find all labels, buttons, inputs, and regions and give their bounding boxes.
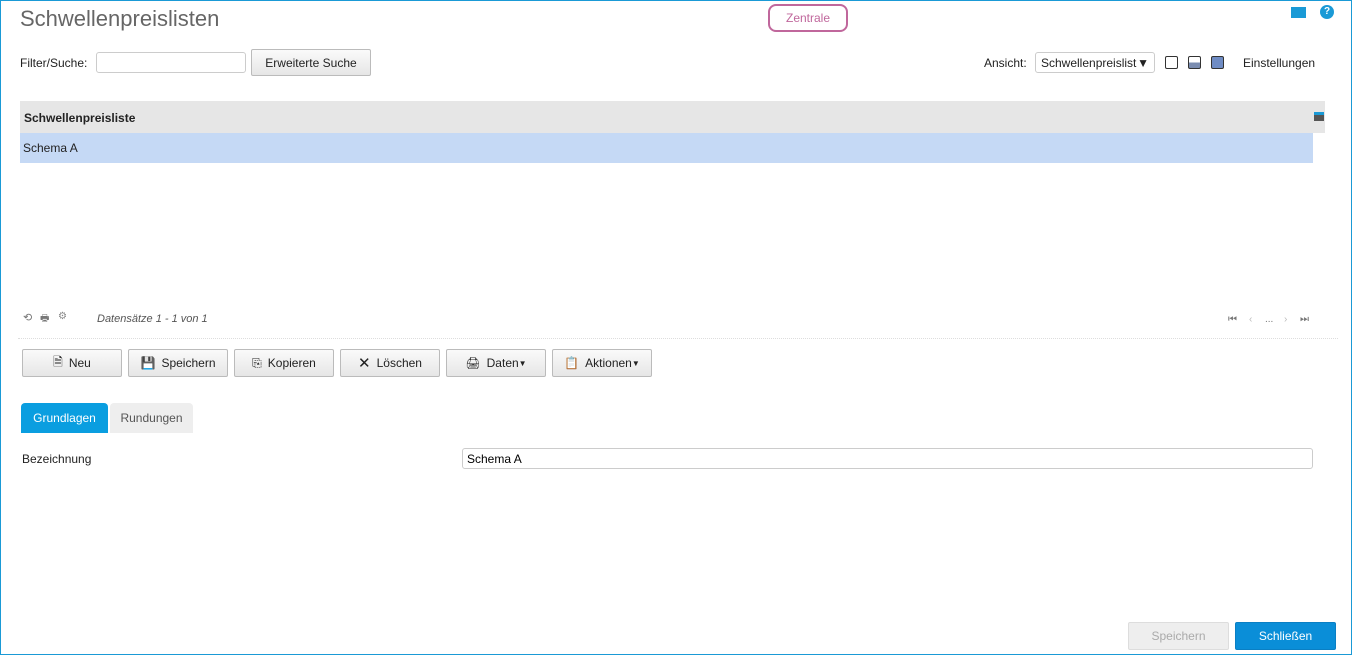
page-title: Schwellenpreislisten: [20, 6, 220, 31]
filter-label: Filter/Suche:: [20, 56, 88, 70]
save-toolbar-label: Speichern: [161, 356, 216, 370]
advanced-search-button[interactable]: Erweiterte Suche: [251, 49, 371, 76]
layout-full-icon[interactable]: [1211, 56, 1224, 69]
close-button[interactable]: Schließen: [1235, 622, 1336, 650]
bezeichnung-label: Bezeichnung: [22, 452, 92, 466]
view-select-value: Schwellenpreislist: [1041, 56, 1137, 70]
record-info: Datensätze 1 - 1 von 1: [97, 313, 208, 325]
advanced-search-label: Erweiterte Suche: [265, 55, 357, 70]
new-button[interactable]: 🗎 Neu: [22, 349, 122, 377]
delete-button[interactable]: ✕ Löschen: [340, 349, 440, 377]
page-ellipsis: ...: [1265, 314, 1274, 325]
last-page-icon[interactable]: ⏭: [1300, 314, 1309, 325]
refresh-icon[interactable]: ⟲: [23, 311, 32, 324]
new-label: Neu: [68, 356, 91, 370]
location-badge[interactable]: Zentrale: [768, 4, 848, 32]
data-menu-button[interactable]: 🖨 Daten ▼: [446, 349, 546, 377]
prev-page-icon[interactable]: ‹: [1249, 314, 1252, 325]
settings-link[interactable]: Einstellungen: [1243, 56, 1315, 70]
first-page-icon[interactable]: ⏮: [1228, 314, 1237, 325]
window-frame: [0, 0, 1352, 655]
close-icon: ✕: [358, 355, 371, 372]
filter-input[interactable]: [96, 52, 246, 73]
close-label: Schließen: [1258, 629, 1313, 643]
table-cell: Schema A: [23, 141, 78, 155]
settings-gear-icon[interactable]: ⚙: [58, 311, 67, 322]
view-label: Ansicht:: [984, 56, 1027, 70]
print-icon[interactable]: 🖶: [40, 311, 49, 328]
chevron-down-icon: ▼: [631, 358, 640, 368]
help-icon[interactable]: ?: [1320, 5, 1334, 19]
table-row[interactable]: Schema A: [20, 133, 1313, 163]
tab-label: Rundungen: [120, 411, 183, 425]
chevron-down-icon: ▼: [518, 358, 527, 368]
delete-label: Löschen: [376, 356, 422, 370]
view-select[interactable]: Schwellenpreislist ▼: [1035, 52, 1155, 73]
clipboard-icon: 📋: [564, 356, 580, 370]
layout-split-icon[interactable]: [1188, 56, 1201, 69]
data-label: Daten: [486, 356, 519, 370]
next-page-icon[interactable]: ›: [1284, 314, 1287, 325]
database-icon: 🖨: [465, 356, 481, 370]
save-button[interactable]: Speichern: [1128, 622, 1229, 650]
tab-grundlagen[interactable]: Grundlagen: [21, 403, 108, 433]
grid-header: [20, 101, 1325, 133]
column-header[interactable]: Schwellenpreisliste: [24, 111, 135, 125]
column-chooser-icon[interactable]: [1314, 112, 1324, 121]
actions-menu-button[interactable]: 📋 Aktionen ▼: [552, 349, 652, 377]
document-icon: 🗎: [53, 354, 63, 369]
copy-button[interactable]: ⎘ Kopieren: [234, 349, 334, 377]
actions-label: Aktionen: [585, 356, 632, 370]
save-toolbar-button[interactable]: 💾 Speichern: [128, 349, 228, 377]
bezeichnung-input[interactable]: [462, 448, 1313, 469]
floppy-icon: 💾: [140, 356, 156, 370]
copy-label: Kopieren: [267, 356, 316, 370]
copy-icon: ⎘: [252, 355, 262, 370]
tab-rundungen[interactable]: Rundungen: [110, 403, 193, 433]
divider: [18, 338, 1338, 339]
tab-label: Grundlagen: [33, 411, 96, 425]
save-label: Speichern: [1151, 629, 1206, 643]
mail-icon[interactable]: [1291, 7, 1306, 18]
layout-single-icon[interactable]: [1165, 56, 1178, 69]
chevron-down-icon: ▼: [1137, 56, 1149, 70]
